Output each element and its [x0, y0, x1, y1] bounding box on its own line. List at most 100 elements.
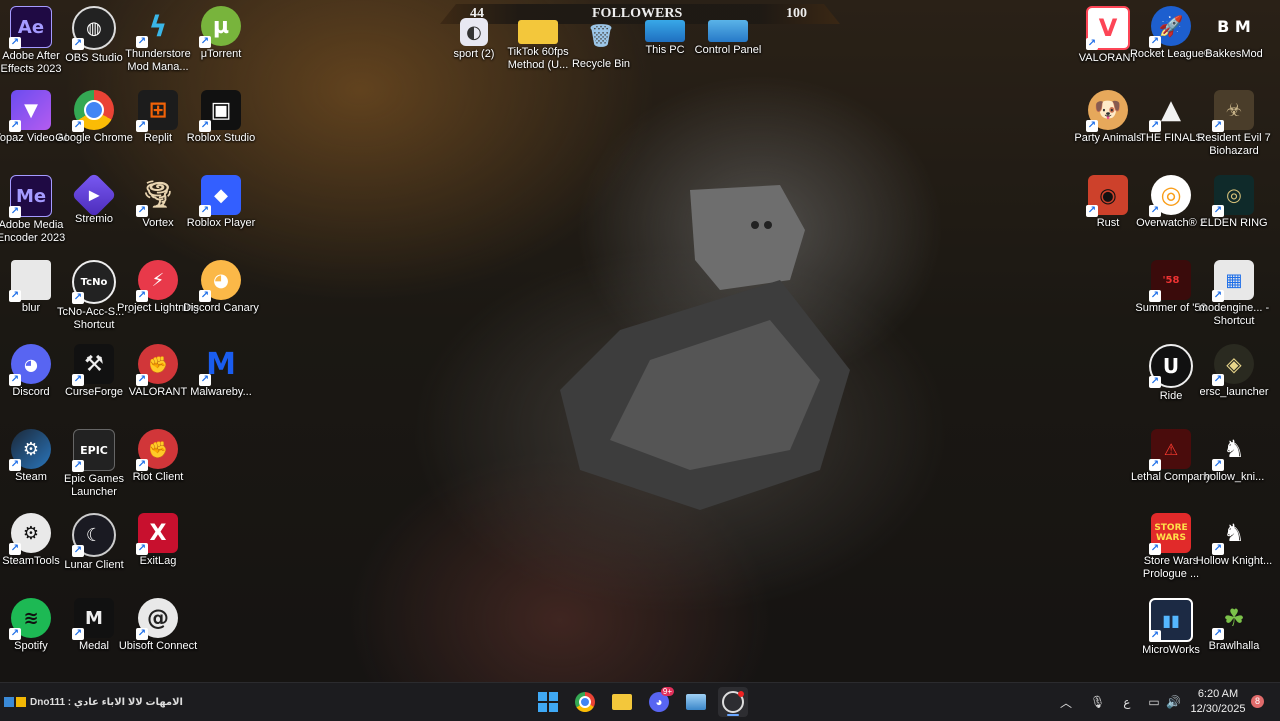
icon-label: Brawlhalla — [1208, 640, 1260, 652]
bakkesmod-icon: B M — [1217, 16, 1251, 36]
volume-icon[interactable]: 🔊 — [1166, 683, 1181, 721]
taskbar-photos[interactable] — [681, 687, 711, 717]
windows-icon — [538, 692, 558, 712]
desktop-icon-resident-evil-7[interactable]: ☣ ↗ Resident Evil 7 Biohazard — [1192, 86, 1276, 170]
desktop-icon-modengine[interactable]: ▦ ↗ modengine... - Shortcut — [1192, 256, 1276, 340]
taskbar-widget[interactable]: Dno111 : الامهات لالا الاباء عادي — [4, 683, 183, 721]
sport-file-icon: ◐ — [460, 18, 488, 46]
start-button[interactable] — [533, 687, 563, 717]
icon-label: ExitLag — [139, 555, 177, 567]
icon-label: Roblox Player — [186, 217, 256, 229]
icon-label: Hollow Knight... — [1195, 555, 1273, 567]
followers-right-count: 100 — [786, 6, 807, 21]
taskbar-discord[interactable]: ◕ 9+ — [644, 687, 674, 717]
icon-label: hollow_kni... — [1203, 471, 1265, 483]
chrome-icon — [575, 692, 595, 712]
taskbar-chrome[interactable] — [570, 687, 600, 717]
desktop-icon-discord-canary[interactable]: ◕ ↗ Discord Canary — [179, 256, 263, 340]
lightning-icon: ⚡ ↗ — [136, 260, 178, 302]
overwatch-icon: ◎ ↗ — [1149, 175, 1191, 217]
icon-label: Resident Evil 7 Biohazard — [1197, 132, 1271, 157]
thunderstore-bolt-icon: ϟ ↗ — [136, 9, 168, 48]
obs-icon: ◍ ↗ — [72, 6, 116, 50]
replit-icon: ⊞ ↗ — [136, 90, 178, 132]
party-animals-dog-icon: 🐶 ↗ — [1086, 90, 1128, 132]
media-encoder-icon: Me ↗ — [9, 175, 52, 218]
rocket-league-icon: 🚀 ↗ — [1149, 6, 1191, 48]
chrome-icon: ↗ — [72, 90, 114, 132]
lethal-company-icon: ⚠ ↗ — [1149, 429, 1191, 471]
hollow-knight-mask-icon: ♞ ↗ — [1212, 435, 1245, 471]
stremio-icon: ▶ — [71, 172, 117, 218]
lunar-client-icon: ☾ ↗ — [72, 513, 116, 557]
malwarebytes-icon: M ↗ — [199, 346, 236, 386]
clock-date: 12/30/2025 — [1190, 703, 1246, 715]
active-indicator — [727, 714, 739, 716]
widget-text: Dno111 : الامهات لالا الاباء عادي — [30, 696, 183, 708]
taskbar-file-explorer[interactable] — [607, 687, 637, 717]
photos-icon — [686, 694, 706, 710]
riot-fist-icon: ✊ ↗ — [136, 429, 178, 471]
brawlhalla-icon: ☘ ↗ — [1212, 604, 1245, 640]
icon-label: ersc_launcher — [1199, 386, 1269, 398]
wallpaper-knight — [560, 185, 850, 510]
after-effects-icon: Ae ↗ — [9, 6, 52, 49]
widget-icon — [4, 697, 14, 707]
spotify-icon: ≋ ↗ — [9, 598, 51, 640]
exitlag-icon: X ↗ — [136, 513, 178, 555]
icon-label: ELDEN RING — [1200, 217, 1268, 229]
the-finals-icon: ▲ ↗ — [1149, 95, 1181, 132]
hollow-knight-mask-icon: ♞ ↗ — [1212, 519, 1245, 555]
system-tray: ︿ 🎙 ع ▭ — [1060, 683, 1160, 721]
control-panel-icon — [708, 20, 748, 42]
microworks-robot-icon: ▮▮ ↗ — [1149, 598, 1193, 642]
widget-icon — [16, 697, 26, 707]
rust-icon: ◉ ↗ — [1086, 175, 1128, 217]
clock-time: 6:20 AM — [1197, 688, 1239, 700]
valorant-icon: V ↗ — [1086, 6, 1130, 50]
discord-canary-icon: ◕ ↗ — [199, 260, 241, 302]
taskbar-obs[interactable] — [718, 687, 748, 717]
network-icon[interactable]: ▭ — [1148, 695, 1159, 709]
modengine-file-icon: ▦ ↗ — [1212, 260, 1254, 302]
elden-ring-icon: ◎ ↗ — [1212, 175, 1254, 217]
icon-label: BakkesMod — [1205, 48, 1263, 60]
curseforge-anvil-icon: ⚒ ↗ — [72, 344, 114, 386]
desktop-icon-brawlhalla[interactable]: ☘ ↗ Brawlhalla — [1192, 594, 1276, 678]
clock[interactable]: 6:20 AM 12/30/2025 — [1190, 687, 1246, 717]
desktop-icon-bakkesmod[interactable]: B M BakkesMod — [1192, 2, 1276, 86]
chevron-up-icon[interactable]: ︿ — [1060, 694, 1072, 711]
monitor-icon — [645, 20, 685, 42]
icon-label: Control Panel — [694, 44, 762, 56]
topaz-icon: ▼ ↗ — [9, 90, 51, 132]
microphone-icon[interactable]: 🎙 — [1090, 695, 1105, 709]
summer-58-icon: '58 ↗ — [1149, 260, 1191, 302]
resident-evil-icon: ☣ ↗ — [1212, 90, 1254, 132]
language-indicator[interactable]: ع — [1123, 695, 1130, 709]
blur-file-icon: ↗ — [9, 260, 51, 302]
desktop-icon-hollow-kni[interactable]: ♞ ↗ hollow_kni... — [1192, 425, 1276, 509]
icon-label: Ubisoft Connect — [118, 640, 198, 652]
desktop-icon-elden-ring[interactable]: ◎ ↗ ELDEN RING — [1192, 171, 1276, 255]
discord-icon: ◕ ↗ — [9, 344, 51, 386]
desktop: 44 FOLLOWERS 100 Ae ↗ Adobe After Effects… — [0, 0, 1280, 682]
tcno-icon: TcNo ↗ — [72, 260, 116, 304]
desktop-icon-ersc-launcher[interactable]: ◈ ↗ ersc_launcher — [1192, 340, 1276, 424]
epic-games-icon: EPIC ↗ — [72, 429, 115, 472]
notification-badge[interactable]: 8 — [1251, 695, 1264, 708]
steam-icon: ⚙ ↗ — [9, 429, 51, 471]
desktop-icon-control-panel[interactable]: Control Panel — [686, 6, 770, 90]
desktop-icon-roblox-player[interactable]: ◆ ↗ Roblox Player — [179, 171, 263, 255]
desktop-icon-hollow-knight[interactable]: ♞ ↗ Hollow Knight... — [1192, 509, 1276, 593]
icon-label: Malwareby... — [190, 386, 252, 398]
riot-fist-icon: ✊ ↗ — [136, 344, 178, 386]
desktop-icon-utorrent[interactable]: µ ↗ μTorrent — [179, 2, 263, 86]
desktop-icon-roblox-studio[interactable]: ▣ ↗ Roblox Studio — [179, 86, 263, 170]
desktop-icon-malwarebytes[interactable]: M ↗ Malwareby... — [179, 340, 263, 424]
taskbar: Dno111 : الامهات لالا الاباء عادي ◕ 9+ ︿… — [0, 682, 1280, 721]
unreal-engine-icon: U ↗ — [1149, 344, 1193, 388]
desktop-icon-riot-client[interactable]: ✊ ↗ Riot Client — [116, 425, 200, 509]
desktop-icon-ubisoft[interactable]: @ ↗ Ubisoft Connect — [116, 594, 200, 678]
desktop-icon-exitlag[interactable]: X ↗ ExitLag — [116, 509, 200, 593]
icon-label: modengine... - Shortcut — [1198, 302, 1270, 327]
